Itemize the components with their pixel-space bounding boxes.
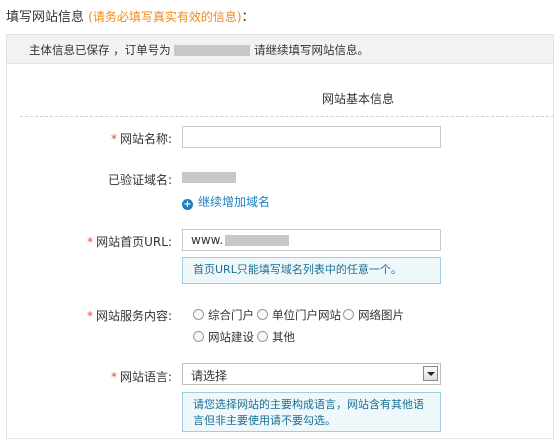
service-option-4[interactable]: 网站建设 (193, 329, 254, 345)
redacted-domain (182, 172, 236, 183)
verified-domain-label: 已验证域名: (107, 173, 172, 187)
homepage-url-label-text: 网站首页URL: (96, 235, 172, 249)
plus-icon: + (182, 199, 193, 210)
page-title-colon: ： (241, 10, 255, 25)
language-hint: 请您选择网站的主要构成语言，网站含有其他语言但非主要使用请不要勾选。 (182, 392, 441, 432)
site-name-input[interactable] (182, 126, 441, 148)
section-title: 网站基本信息 (322, 92, 395, 106)
service-option-1[interactable]: 综合门户 (193, 307, 254, 323)
site-name-label: * 网站名称: (2, 130, 172, 147)
required-marker: * (110, 132, 117, 146)
language-selected-value: 请选择 (191, 369, 228, 383)
add-domain-link-text: 继续增加域名 (198, 195, 271, 209)
site-name-label-text: 网站名称: (119, 132, 172, 146)
section-divider (20, 116, 554, 117)
notice-suffix: 请继续填写网站信息。 (253, 43, 369, 57)
radio-icon (257, 309, 268, 320)
option-label: 网站建设 (208, 330, 254, 344)
required-marker: * (86, 309, 93, 323)
option-label: 其他 (272, 330, 295, 344)
notice-prefix: 主体信息已保存 ，订单号为 (29, 43, 171, 57)
language-label-text: 网站语言: (119, 370, 172, 384)
radio-icon (343, 309, 354, 320)
service-content-label-text: 网站服务内容: (95, 309, 172, 323)
homepage-url-input[interactable]: www. (182, 229, 441, 251)
homepage-url-label: * 网站首页URL: (2, 233, 172, 250)
service-content-label: * 网站服务内容: (2, 307, 172, 324)
homepage-url-hint: 首页URL只能填写域名列表中的任意一个。 (182, 257, 441, 284)
add-domain-link[interactable]: + 继续增加域名 (182, 193, 270, 210)
service-option-2[interactable]: 单位门户网站 (257, 307, 341, 323)
service-option-5[interactable]: 其他 (257, 329, 295, 345)
radio-icon (193, 331, 204, 342)
homepage-url-value: www. (191, 233, 224, 247)
redacted-order-number (174, 45, 251, 56)
dropdown-arrow-icon[interactable] (423, 366, 438, 381)
page-title: 填写网站信息 (请务必填写真实有效的信息)： (6, 6, 255, 25)
option-label: 单位门户网站 (272, 308, 341, 322)
option-label: 综合门户 (208, 308, 254, 322)
radio-icon (257, 331, 268, 342)
option-label: 网络图片 (358, 308, 404, 322)
page-title-text: 填写网站信息 (6, 10, 85, 25)
required-marker: * (110, 370, 117, 384)
save-notice: 主体信息已保存 ，订单号为 请继续填写网站信息。 (6, 34, 554, 64)
language-label: * 网站语言: (2, 368, 172, 385)
page-title-note: (请务必填写真实有效的信息) (88, 10, 242, 24)
redacted-url (225, 235, 290, 246)
required-marker: * (87, 235, 94, 249)
service-option-3[interactable]: 网络图片 (343, 307, 404, 323)
radio-icon (193, 309, 204, 320)
language-select[interactable]: 请选择 (182, 363, 441, 385)
